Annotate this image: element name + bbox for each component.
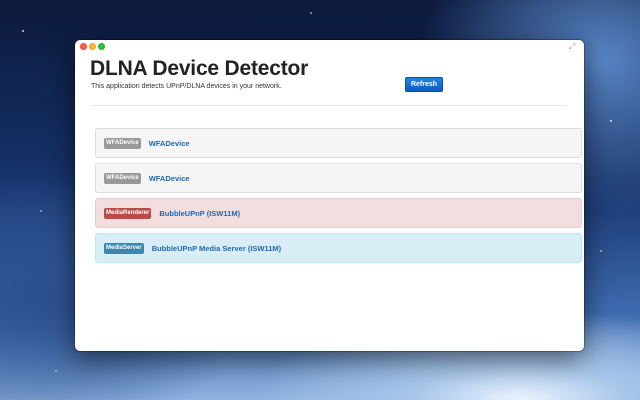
refresh-button[interactable]: Refresh [405,77,443,92]
zoom-window-button[interactable] [98,43,105,50]
star [310,12,312,14]
app-window: ⤢ DLNA Device Detector This application … [75,40,584,351]
device-type-badge: MediaRenderer [104,207,152,219]
device-type-badge: WFADevice [104,172,141,184]
close-window-button[interactable] [80,43,87,50]
page-title: DLNA Device Detector [90,57,309,80]
device-name-link[interactable]: BubbleUPnP (ISW11M) [159,209,240,218]
device-name-link[interactable]: WFADevice [149,174,190,183]
device-row[interactable]: WFADevice WFADevice [95,163,582,193]
device-row[interactable]: WFADevice WFADevice [95,128,582,158]
title-bar[interactable]: ⤢ [75,40,584,52]
star [40,210,42,212]
device-list: WFADevice WFADevice WFADevice WFADevice … [95,128,582,268]
device-name-link[interactable]: WFADevice [149,139,190,148]
device-row[interactable]: MediaServer BubbleUPnP Media Server (ISW… [95,233,582,263]
star [610,120,612,122]
star [55,370,57,372]
minimize-window-button[interactable] [89,43,96,50]
device-type-badge: MediaServer [104,242,144,254]
device-name-link[interactable]: BubbleUPnP Media Server (ISW11M) [152,244,281,253]
page-subtitle: This application detects UPnP/DLNA devic… [91,83,282,90]
star [600,250,602,252]
device-row[interactable]: MediaRenderer BubbleUPnP (ISW11M) [95,198,582,228]
device-type-badge: WFADevice [104,137,141,149]
fullscreen-icon[interactable]: ⤢ [569,42,578,51]
header-divider [91,105,567,106]
star [22,30,24,32]
